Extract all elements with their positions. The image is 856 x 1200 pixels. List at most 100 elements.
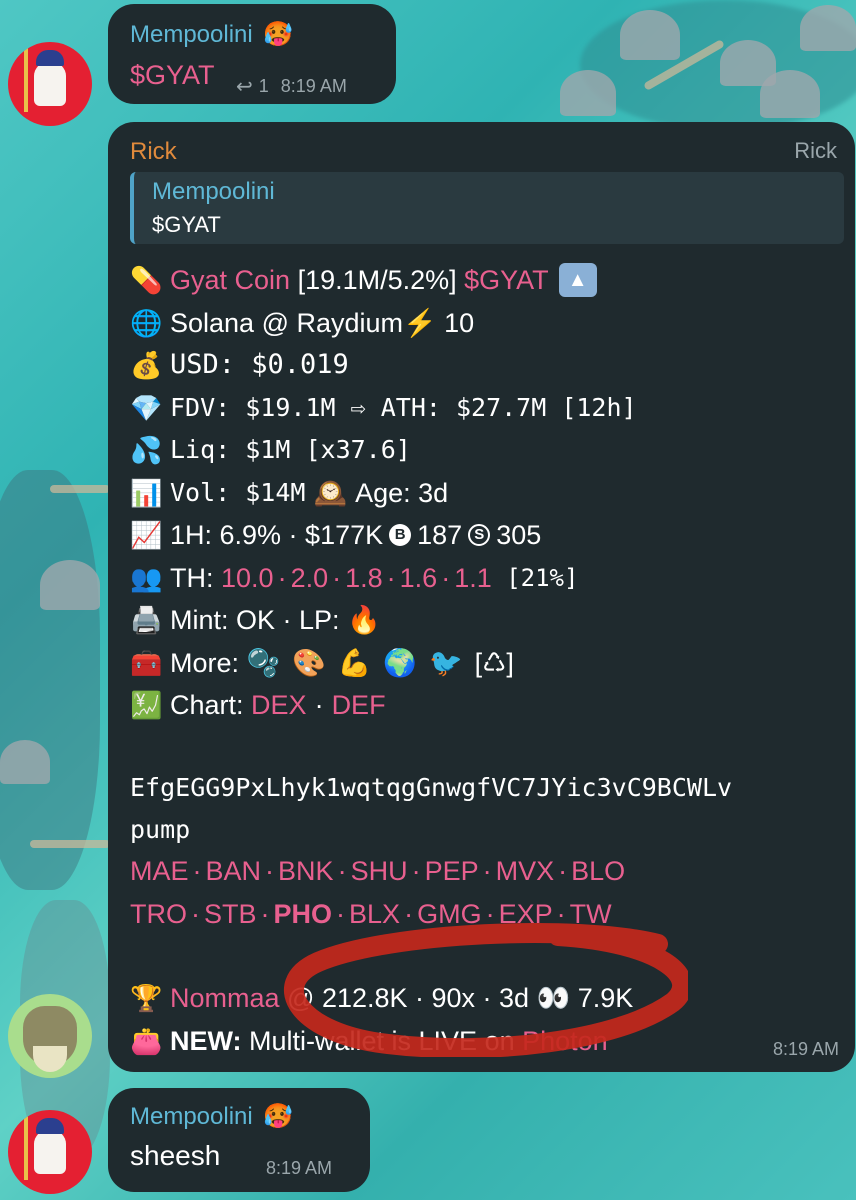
holder-link[interactable]: 1.6 (400, 557, 438, 600)
background-hut (40, 560, 100, 610)
link-bnk[interactable]: BNK (278, 850, 334, 893)
reply-quote[interactable]: Mempoolini $GYAT (130, 172, 844, 244)
holder-link[interactable]: 1.8 (345, 557, 383, 600)
avatar-mempoolini[interactable] (8, 1110, 92, 1194)
age-text: Age: 3d (355, 477, 449, 508)
dex-link[interactable]: DEX (251, 684, 307, 727)
buys-value: 187 (417, 520, 463, 550)
muscle-icon[interactable]: 💪 (338, 642, 372, 685)
clock-icon: 🕰️ (313, 477, 348, 508)
holder-link[interactable]: 2.0 (291, 557, 329, 600)
message-bubble[interactable]: Mempoolini 🥵 sheesh 8:19 AM (108, 1088, 370, 1192)
link-pep[interactable]: PEP (425, 850, 479, 893)
link-mvx[interactable]: MVX (496, 850, 555, 893)
contract-address[interactable]: EfgEGG9PxLhyk1wqtqgGnwgfVC7JYic3vC9BCWLv… (130, 767, 732, 851)
earth-icon[interactable]: 🌍 (383, 642, 417, 685)
bubbles-icon[interactable]: 🫧 (247, 642, 281, 685)
token-line: 💊 Gyat Coin [19.1M/5.2%] $GYAT ▲ (130, 259, 637, 302)
link-blo[interactable]: BLO (571, 850, 625, 893)
droplets-icon: 💦 (130, 435, 163, 465)
message-time: 8:19 AM (280, 76, 347, 96)
fire-icon: 🔥 (347, 605, 381, 635)
new-label: NEW: (170, 1025, 242, 1056)
th-suffix: [21%] (491, 563, 579, 592)
link-mae[interactable]: MAE (130, 850, 189, 893)
background-hut (620, 10, 680, 60)
message-bubble[interactable]: Mempoolini 🥵 $GYAT ↩ 1 8:19 AM (108, 4, 396, 104)
bird-icon[interactable]: 🐦 (429, 642, 463, 685)
message-author[interactable]: Mempoolini 🥵 (130, 20, 293, 49)
holder-link[interactable]: 1.1 (454, 557, 492, 600)
buys-icon: B (389, 524, 412, 547)
background-pier (50, 485, 110, 493)
message-author[interactable]: Rick (130, 138, 177, 166)
rick-message-bubble[interactable]: Rick Rick Mempoolini $GYAT 💊 Gyat Coin [… (108, 122, 855, 1072)
up-arrow-icon: ▲ (558, 263, 597, 298)
trophy-icon: 🏆 (130, 983, 163, 1013)
message-text[interactable]: $GYAT (130, 60, 215, 91)
pill-icon: 💊 (130, 265, 163, 295)
message-text[interactable]: sheesh (130, 1140, 220, 1172)
address-tail[interactable]: pump (130, 809, 732, 851)
more-label: More: (170, 647, 247, 678)
background-hut (0, 740, 50, 784)
reply-count: 1 (258, 76, 269, 96)
background-pier (30, 840, 110, 848)
fdv-line: 💎 FDV: $19.1M ⇨ ATH: $27.7M [12h] (130, 387, 637, 430)
mint-line: 🖨️ Mint: OK · LP: 🔥 (130, 599, 637, 642)
link-tro[interactable]: TRO (130, 893, 187, 936)
recycle-link[interactable]: [♺] (475, 642, 514, 685)
h1-line: 📈 1H: 6.9% · $177K B 187 S 305 (130, 514, 637, 557)
message-time: 8:19 AM (772, 1039, 839, 1059)
bar-chart-icon: 📊 (130, 477, 163, 508)
token-ticker-link[interactable]: $GYAT (464, 259, 549, 302)
sells-value: 305 (496, 520, 542, 550)
trend-up-icon: 📈 (130, 520, 163, 550)
chart-label: Chart: (170, 690, 252, 720)
caller-link[interactable]: Nommaa (170, 977, 280, 1020)
sells-icon: S (468, 524, 491, 547)
author-emoji: 🥵 (263, 1103, 294, 1130)
message-time: 8:19 AM (266, 1158, 333, 1178)
diamond-icon: 💎 (130, 392, 163, 423)
token-name-link[interactable]: Gyat Coin (170, 259, 290, 302)
link-stb[interactable]: STB (204, 893, 257, 936)
chart-line: 💹 Chart: DEX · DEF (130, 684, 637, 727)
toolbox-icon: 🧰 (130, 647, 163, 678)
background-island (0, 470, 100, 890)
globe-icon: 🌐 (130, 307, 163, 338)
avatar-mempoolini[interactable] (8, 42, 92, 126)
background-hut (800, 5, 856, 51)
quote-author: Mempoolini (152, 178, 275, 205)
message-author[interactable]: Mempoolini 🥵 (130, 1102, 293, 1131)
chain-line: 🌐 Solana @ Raydium⚡ 10 (130, 302, 637, 345)
usd-text: USD: $0.019 (170, 349, 349, 380)
palette-icon[interactable]: 🎨 (292, 642, 326, 685)
chain-text: Solana @ Raydium⚡ 10 (170, 307, 475, 338)
money-bag-icon: 💰 (130, 350, 163, 380)
link-shu[interactable]: SHU (351, 850, 408, 893)
people-icon: 👥 (130, 562, 163, 593)
link-ban[interactable]: BAN (206, 850, 262, 893)
h1-text: 1H: 6.9% · $177K (170, 520, 384, 550)
background-hut (560, 70, 616, 116)
chart-yen-icon: 💹 (130, 690, 163, 720)
link-row: MAE · BAN · BNK · SHU · PEP · MVX · BLO (130, 850, 625, 893)
avatar-rick[interactable] (8, 994, 92, 1078)
address-text[interactable]: EfgEGG9PxLhyk1wqtqgGnwgfVC7JYic3vC9BCWLv (130, 767, 732, 809)
message-meta: ↩ 1 8:19 AM (236, 74, 347, 99)
def-link[interactable]: DEF (332, 684, 386, 727)
liq-line: 💦 Liq: $1M [x37.6] (130, 429, 637, 472)
reply-icon: ↩ (236, 76, 253, 98)
more-line: 🧰 More: 🫧 🎨 💪 🌍 🐦 [♺] (130, 642, 637, 685)
vol-line: 📊 Vol: $14M 🕰️ Age: 3d (130, 472, 637, 515)
background-hut (760, 70, 820, 118)
mint-text: Mint: OK · LP: (170, 605, 348, 635)
author-tag: Rick (794, 138, 837, 163)
purse-icon: 👛 (130, 1025, 163, 1056)
th-label: TH: (170, 562, 221, 593)
author-emoji: 🥵 (263, 21, 294, 48)
holder-link[interactable]: 10.0 (221, 557, 274, 600)
fdv-text: FDV: $19.1M ⇨ ATH: $27.7M [12h] (170, 392, 637, 422)
usd-line: 💰 USD: $0.019 (130, 344, 637, 387)
